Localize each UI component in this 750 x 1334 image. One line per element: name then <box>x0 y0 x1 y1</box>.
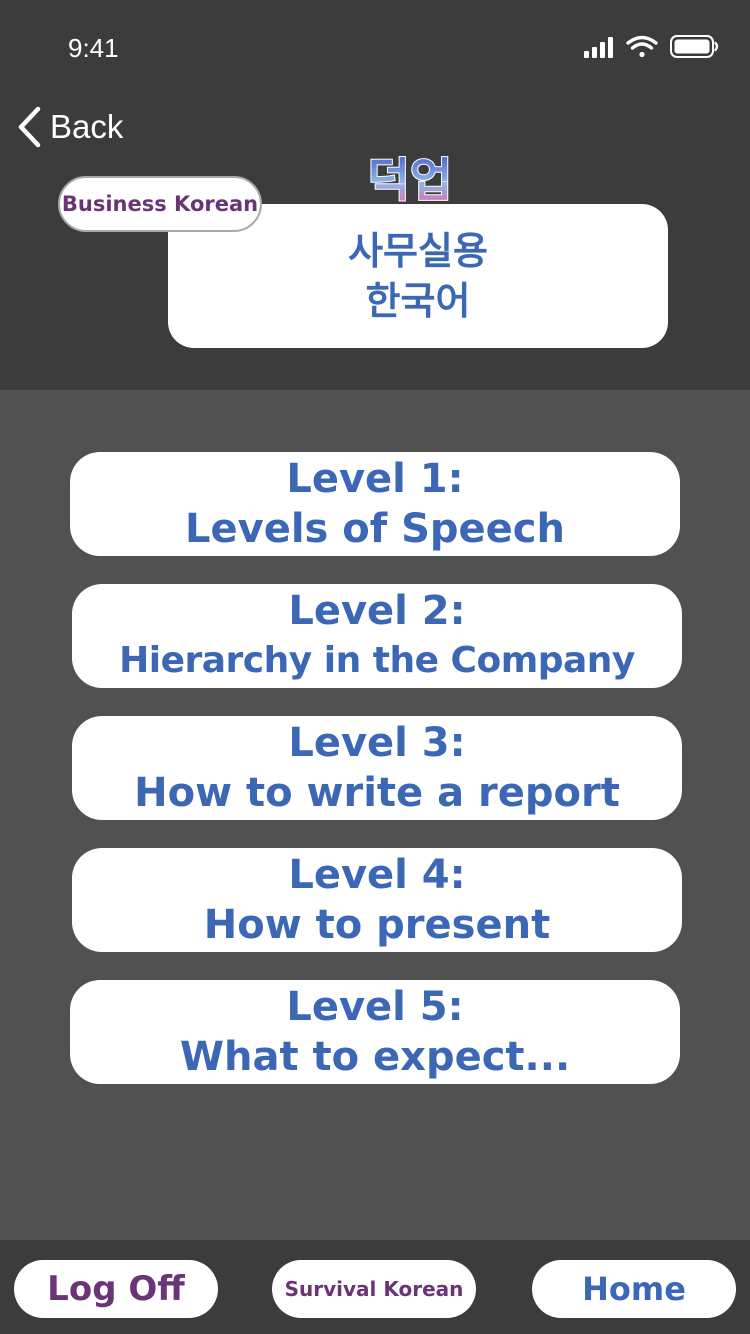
survival-korean-button[interactable]: Survival Korean <box>272 1260 476 1318</box>
level-subtitle: What to expect... <box>179 1034 571 1080</box>
header-bar: 9:41 Back 사무실용 한국어 덕업 Business Korean <box>0 0 750 390</box>
level-title: Level 4: <box>288 852 466 898</box>
business-korean-badge: Business Korean <box>58 176 262 232</box>
back-label: Back <box>50 108 124 145</box>
level-subtitle: How to present <box>203 902 551 948</box>
status-icons <box>584 35 719 58</box>
log-off-button[interactable]: Log Off <box>14 1260 218 1318</box>
wifi-icon <box>626 35 658 58</box>
footer-bar: Log Off Survival Korean Home <box>0 1240 750 1334</box>
level-4-button[interactable]: Level 4: How to present <box>72 848 682 952</box>
logo-text: 덕업 <box>368 153 453 207</box>
level-1-button[interactable]: Level 1: Levels of Speech <box>70 452 680 556</box>
level-3-button[interactable]: Level 3: How to write a report <box>72 716 682 820</box>
level-title: Level 5: <box>286 984 464 1030</box>
status-time: 9:41 <box>68 33 119 63</box>
battery-icon <box>670 35 719 58</box>
level-subtitle: Hierarchy in the Company <box>119 640 635 681</box>
cellular-signal-icon <box>584 37 613 58</box>
level-title: Level 3: <box>288 720 466 766</box>
course-title-line2: 한국어 <box>365 279 471 323</box>
back-button[interactable]: Back <box>16 104 123 150</box>
home-button[interactable]: Home <box>532 1260 736 1318</box>
level-title: Level 2: <box>288 588 466 634</box>
course-title-line1: 사무실용 <box>348 229 488 273</box>
level-title: Level 1: <box>286 456 464 502</box>
level-2-button[interactable]: Level 2: Hierarchy in the Company <box>72 584 682 688</box>
level-subtitle: Levels of Speech <box>185 506 565 552</box>
app-logo: 덕업 <box>367 152 454 208</box>
chevron-left-icon <box>18 106 41 148</box>
level-subtitle: How to write a report <box>134 770 620 816</box>
level-5-button[interactable]: Level 5: What to expect... <box>70 980 680 1084</box>
